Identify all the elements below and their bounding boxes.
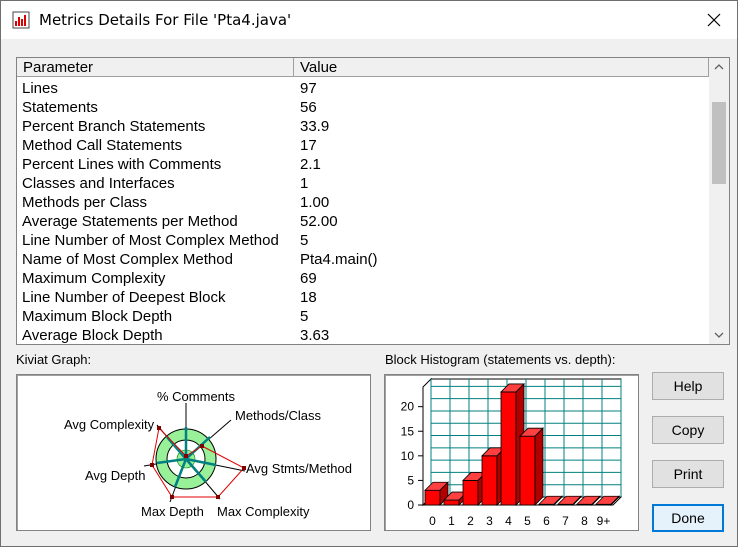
parameter-cell: Average Statements per Method xyxy=(22,213,238,230)
x-tick-label: 9+ xyxy=(597,514,611,528)
parameter-cell: Classes and Interfaces xyxy=(22,175,175,192)
x-tick-label: 2 xyxy=(467,514,474,528)
chevron-down-icon xyxy=(714,332,724,338)
histogram-panel: 0 5 10 15 20 0 1 2 3 4 5 6 7 8 9+ xyxy=(384,374,639,531)
histogram-bar xyxy=(443,499,460,506)
table-row[interactable]: Statements 56 xyxy=(17,98,709,117)
scroll-down-button[interactable] xyxy=(709,326,729,344)
done-button[interactable]: Done xyxy=(652,504,724,532)
value-cell: Pta4.main() xyxy=(300,251,378,268)
parameter-cell: Methods per Class xyxy=(22,194,148,211)
scroll-up-button[interactable] xyxy=(709,58,729,76)
kiviat-label-methods: Methods/Class xyxy=(235,408,321,423)
x-tick-label: 6 xyxy=(543,514,550,528)
kiviat-label-max-complexity: Max Complexity xyxy=(217,504,310,519)
histogram-label: Block Histogram (statements vs. depth): xyxy=(385,352,616,367)
table-row[interactable]: Methods per Class 1.00 xyxy=(17,193,709,212)
x-tick-label: 7 xyxy=(562,514,569,528)
x-tick-label: 0 xyxy=(429,514,436,528)
parameter-cell: Statements xyxy=(22,99,98,116)
table-row[interactable]: Percent Branch Statements 33.9 xyxy=(17,117,709,136)
table-row[interactable]: Method Call Statements 17 xyxy=(17,136,709,155)
y-tick-label: 10 xyxy=(401,449,415,463)
value-cell: 97 xyxy=(300,80,317,97)
block-histogram: 051015200 1 2 3 4 5 6 7 8 9+ xyxy=(401,377,623,528)
app-icon xyxy=(12,11,30,29)
column-header-value[interactable]: Value xyxy=(294,58,709,77)
kiviat-label-avg-stmts: Avg Stmts/Method xyxy=(246,461,352,476)
histogram-bar xyxy=(519,435,536,506)
parameter-cell: Maximum Block Depth xyxy=(22,308,173,325)
histogram-bar-side xyxy=(534,427,544,506)
window-title: Metrics Details For File 'Pta4.java' xyxy=(39,11,292,29)
value-cell: 1.00 xyxy=(300,194,330,211)
parameter-cell: Name of Most Complex Method xyxy=(22,251,233,268)
value-cell: 17 xyxy=(300,137,317,154)
table-row[interactable]: Percent Lines with Comments 2.1 xyxy=(17,155,709,174)
parameter-cell: Maximum Complexity xyxy=(22,270,166,287)
parameter-cell: Average Block Depth xyxy=(22,327,163,344)
table-row[interactable]: Line Number of Deepest Block 18 xyxy=(17,288,709,307)
x-tick-label: 1 xyxy=(448,514,455,528)
histogram-bar xyxy=(424,489,441,506)
kiviat-label-avg-complexity: Avg Complexity xyxy=(64,417,155,432)
value-cell: 2.1 xyxy=(300,156,321,173)
value-cell: 1 xyxy=(300,175,309,192)
kiviat-graph-panel: % Comments Methods/Class Avg Stmts/Metho… xyxy=(16,374,371,531)
parameter-cell: Line Number of Deepest Block xyxy=(22,289,226,306)
x-tick-label: 4 xyxy=(505,514,512,528)
table-row[interactable]: Average Block Depth 3.63 xyxy=(17,326,709,344)
y-tick-label: 15 xyxy=(401,424,415,438)
parameter-cell: Percent Branch Statements xyxy=(22,118,206,135)
value-cell: 56 xyxy=(300,99,317,116)
x-tick-label: 8 xyxy=(581,514,588,528)
table-row[interactable]: Name of Most Complex Method Pta4.main() xyxy=(17,250,709,269)
kiviat-label-comments: % Comments xyxy=(157,389,236,404)
close-button[interactable] xyxy=(691,1,737,39)
scroll-thumb[interactable] xyxy=(712,102,726,184)
metrics-list[interactable]: Parameter Value Lines 97 Statements 56 Perce… xyxy=(16,57,730,345)
histogram-bar xyxy=(481,455,498,506)
print-button[interactable]: Print xyxy=(652,460,724,488)
y-tick-label: 20 xyxy=(401,400,415,414)
y-tick-label: 5 xyxy=(407,473,414,487)
histogram-bar xyxy=(462,480,479,506)
kiviat-label-avg-depth: Avg Depth xyxy=(85,468,145,483)
value-cell: 18 xyxy=(300,289,317,306)
list-header: Parameter Value xyxy=(17,58,709,78)
table-row[interactable]: Lines 97 xyxy=(17,79,709,98)
value-cell: 5 xyxy=(300,232,309,249)
parameter-cell: Method Call Statements xyxy=(22,137,183,154)
chevron-up-icon xyxy=(714,64,724,70)
value-cell: 5 xyxy=(300,308,309,325)
kiviat-label: Kiviat Graph: xyxy=(16,352,92,367)
parameter-cell: Line Number of Most Complex Method xyxy=(22,232,279,249)
parameter-cell: Lines xyxy=(22,80,58,97)
metrics-dialog: Metrics Details For File 'Pta4.java' Par… xyxy=(0,0,738,547)
x-tick-label: 3 xyxy=(486,514,493,528)
value-cell: 3.63 xyxy=(300,327,330,344)
column-header-parameter[interactable]: Parameter xyxy=(17,58,294,77)
kiviat-label-max-depth: Max Depth xyxy=(141,504,204,519)
value-cell: 52.00 xyxy=(300,213,338,230)
copy-button[interactable]: Copy xyxy=(652,416,724,444)
title-bar: Metrics Details For File 'Pta4.java' xyxy=(1,1,737,39)
vertical-scrollbar[interactable] xyxy=(709,58,729,344)
table-row[interactable]: Maximum Complexity 69 xyxy=(17,269,709,288)
x-tick-label: 5 xyxy=(524,514,531,528)
close-icon xyxy=(707,13,721,27)
table-row[interactable]: Classes and Interfaces 1 xyxy=(17,174,709,193)
list-rows: Lines 97 Statements 56 Percent Branch Statem… xyxy=(17,79,709,344)
table-row[interactable]: Maximum Block Depth 5 xyxy=(17,307,709,326)
help-button[interactable]: Help xyxy=(652,372,724,400)
value-cell: 33.9 xyxy=(300,118,330,135)
y-tick-label: 0 xyxy=(407,498,414,512)
value-cell: 69 xyxy=(300,270,317,287)
parameter-cell: Percent Lines with Comments xyxy=(22,156,222,173)
table-row[interactable]: Average Statements per Method 52.00 xyxy=(17,212,709,231)
kiviat-graph: % Comments Methods/Class Avg Stmts/Metho… xyxy=(64,389,352,519)
table-row[interactable]: Line Number of Most Complex Method 5 xyxy=(17,231,709,250)
histogram-bar xyxy=(500,391,517,506)
